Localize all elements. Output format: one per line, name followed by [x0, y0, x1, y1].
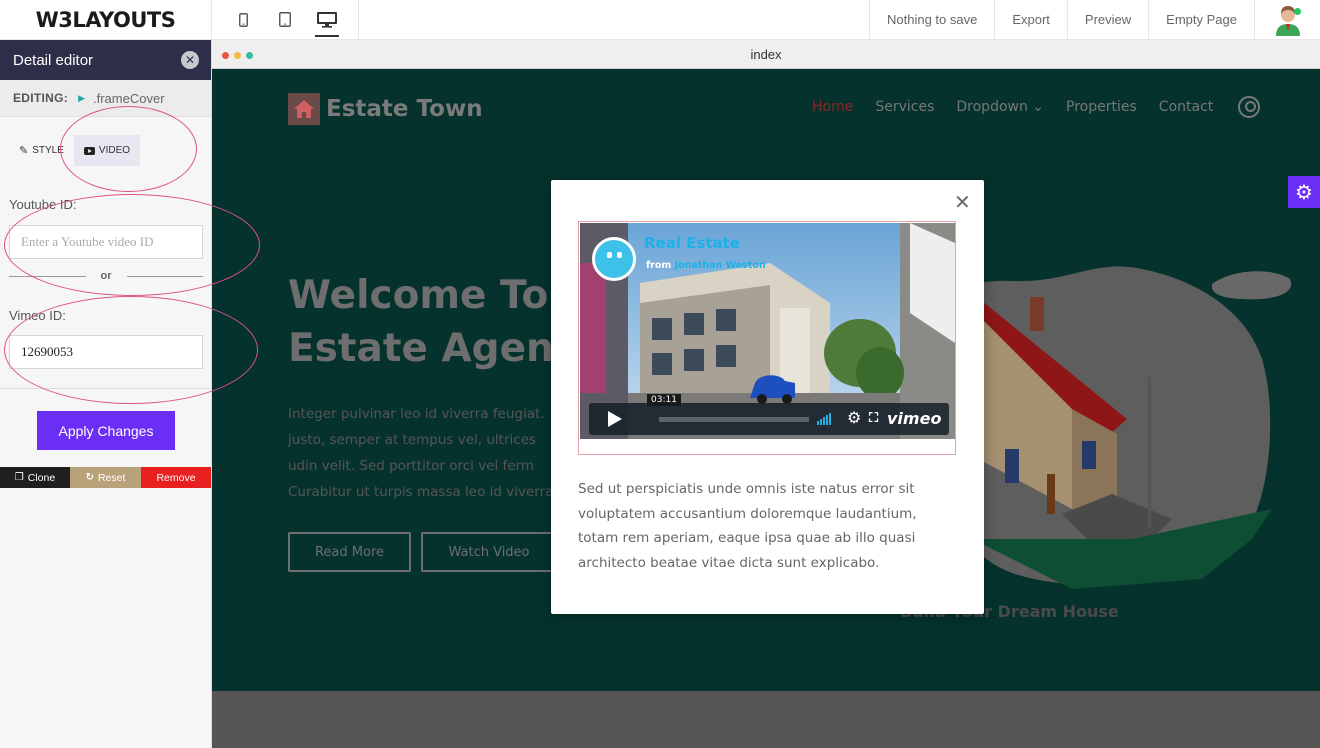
- play-arrow-icon: ▶: [78, 92, 85, 103]
- detail-editor-panel: Detail editor ✕ EDITING: ▶ .frameCover ✎…: [0, 40, 212, 748]
- desktop-view-button[interactable]: [306, 0, 348, 39]
- video-icon: [83, 146, 95, 155]
- editor-tabs: ✎ STYLE VIDEO: [9, 135, 141, 166]
- mobile-icon: [238, 12, 248, 27]
- play-button[interactable]: [589, 403, 641, 435]
- vimeo-logo[interactable]: vimeo: [887, 409, 941, 428]
- youtube-id-input[interactable]: [9, 225, 203, 259]
- panel-header: Detail editor ✕: [0, 40, 211, 80]
- refresh-icon: ↻: [85, 472, 94, 483]
- nav-services[interactable]: Services: [875, 99, 934, 115]
- watch-video-button[interactable]: Watch Video: [421, 532, 557, 572]
- element-actions: ❐ Clone ↻ Reset Remove: [0, 467, 211, 488]
- panel-title: Detail editor: [13, 51, 94, 69]
- empty-page-button[interactable]: Empty Page: [1148, 0, 1254, 39]
- editing-label: EDITING:: [13, 91, 69, 105]
- editing-indicator: EDITING: ▶ .frameCover: [0, 80, 211, 117]
- video-author[interactable]: Jonathan Weston: [675, 260, 766, 271]
- settings-gear-icon[interactable]: ⚙: [1288, 176, 1320, 208]
- reset-button[interactable]: ↻ Reset: [70, 467, 141, 488]
- top-toolbar: W3LAYOUTS Nothing to save Export Preview…: [0, 0, 1320, 40]
- progress-bar[interactable]: [659, 417, 809, 422]
- home-icon: [288, 93, 320, 125]
- tablet-view-button[interactable]: [264, 0, 306, 39]
- editor-canvas: index Estate Town Home Services Dropdown…: [212, 40, 1320, 748]
- device-switcher: [212, 0, 359, 39]
- preview-browser-bar: index: [212, 40, 1320, 69]
- tab-video[interactable]: VIDEO: [73, 135, 141, 166]
- tablet-icon: [279, 12, 291, 27]
- vimeo-id-input[interactable]: [9, 335, 203, 369]
- panel-divider: [0, 388, 211, 389]
- nav-contact[interactable]: Contact: [1159, 99, 1213, 115]
- tab-style-label: STYLE: [32, 145, 64, 156]
- modal-description: Sed ut perspiciatis unde omnis iste natu…: [578, 481, 917, 571]
- or-divider: or: [9, 270, 203, 282]
- page-name: index: [750, 47, 782, 62]
- clone-label: Clone: [27, 471, 56, 484]
- remove-label: Remove: [156, 471, 196, 484]
- play-icon: [608, 411, 622, 427]
- export-button[interactable]: Export: [994, 0, 1067, 39]
- quality-bars-icon: [817, 413, 832, 425]
- reset-label: Reset: [97, 471, 126, 484]
- vimeo-player[interactable]: Real Estate from Jonathan Weston 03:11 ⚙…: [580, 223, 955, 439]
- video-byline: from Jonathan Weston: [646, 260, 766, 271]
- video-frame-cover[interactable]: Real Estate from Jonathan Weston 03:11 ⚙…: [578, 221, 956, 455]
- close-panel-icon[interactable]: ✕: [181, 51, 199, 69]
- remove-button[interactable]: Remove: [141, 467, 211, 488]
- user-avatar[interactable]: [1254, 0, 1320, 39]
- editing-target: .frameCover: [93, 90, 165, 106]
- player-settings-icon[interactable]: ⚙: [847, 408, 861, 428]
- preview-button[interactable]: Preview: [1066, 0, 1148, 39]
- site-brand: Estate Town: [326, 96, 483, 122]
- apply-changes-button[interactable]: Apply Changes: [37, 411, 175, 450]
- site-user-icon[interactable]: [1238, 96, 1260, 118]
- player-controls: 03:11 ⚙ ⛶ vimeo: [589, 394, 949, 435]
- vimeo-user-avatar-icon: [592, 237, 636, 281]
- copy-icon: ❐: [14, 472, 24, 483]
- vimeo-id-label: Vimeo ID:: [9, 308, 66, 323]
- site-logo[interactable]: Estate Town: [288, 93, 483, 125]
- edit-icon: ✎: [19, 145, 29, 157]
- or-text: or: [100, 270, 112, 282]
- youtube-id-label: Youtube ID:: [9, 197, 77, 212]
- save-status-button[interactable]: Nothing to save: [869, 0, 994, 39]
- video-modal: ✕ Real Estate from Jonathan Weston 03:11…: [551, 180, 984, 614]
- clone-button[interactable]: ❐ Clone: [0, 467, 70, 488]
- online-status-dot: [1294, 8, 1301, 15]
- video-title[interactable]: Real Estate: [644, 234, 740, 252]
- read-more-button[interactable]: Read More: [288, 532, 411, 572]
- nav-dropdown[interactable]: Dropdown ⌄: [956, 99, 1044, 115]
- app-logo: W3LAYOUTS: [0, 0, 212, 39]
- tab-style[interactable]: ✎ STYLE: [9, 135, 74, 166]
- video-duration: 03:11: [647, 394, 681, 406]
- nav-home[interactable]: Home: [812, 99, 853, 115]
- mobile-view-button[interactable]: [222, 0, 264, 39]
- next-section: [212, 691, 1320, 748]
- desktop-icon: [317, 11, 337, 28]
- nav-properties[interactable]: Properties: [1066, 99, 1137, 115]
- site-nav: Home Services Dropdown ⌄ Properties Cont…: [812, 99, 1235, 115]
- close-icon[interactable]: ✕: [954, 190, 971, 215]
- tab-video-label: VIDEO: [98, 145, 131, 156]
- fullscreen-icon[interactable]: ⛶: [869, 410, 878, 426]
